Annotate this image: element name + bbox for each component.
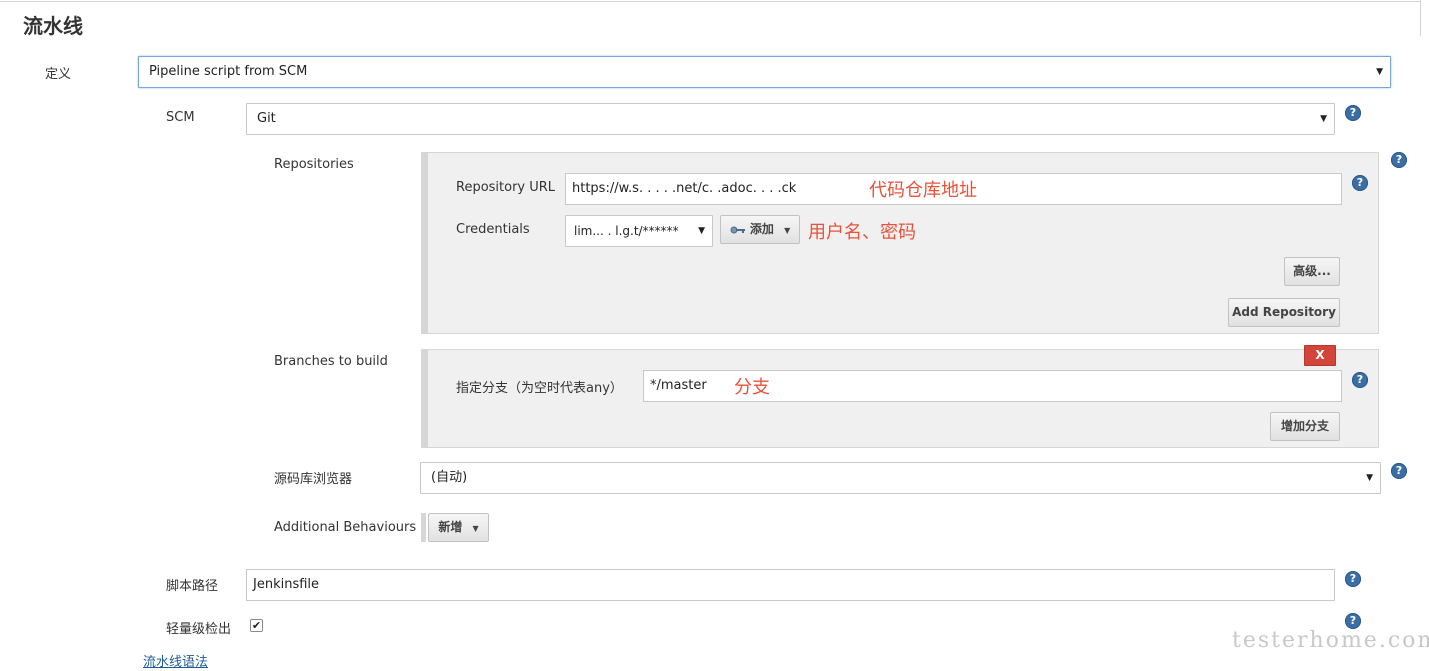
top-border [0, 1, 1420, 2]
add-behaviour-button[interactable]: 新增 ▼ [428, 513, 489, 542]
help-icon[interactable]: ? [1352, 175, 1368, 191]
add-credentials-button[interactable]: 添加 ▼ [720, 215, 800, 244]
scm-selected-value: Git [257, 111, 276, 126]
additional-bar [421, 513, 426, 542]
definition-select[interactable]: Pipeline script from SCM ▼ [138, 56, 1391, 88]
branch-annotation: 分支 [734, 377, 770, 398]
watermark: testerhome.com [1232, 628, 1429, 653]
credentials-annotation: 用户名、密码 [808, 222, 916, 243]
lightweight-checkout-label: 轻量级检出 [166, 622, 232, 637]
right-border [1420, 0, 1421, 36]
advanced-button[interactable]: 高级... [1284, 257, 1340, 286]
pipeline-syntax-link[interactable]: 流水线语法 [143, 651, 208, 670]
branch-specifier-label: 指定分支（为空时代表any） [456, 381, 623, 396]
scm-select[interactable]: Git ▼ [246, 103, 1335, 135]
chevron-down-icon: ▼ [1376, 67, 1383, 77]
chevron-down-icon: ▼ [472, 524, 479, 533]
credentials-selected-value: lim... . l.g.t/****** [574, 224, 679, 238]
lightweight-checkout-checkbox[interactable]: ✔ [250, 619, 263, 632]
chevron-down-icon: ▼ [784, 226, 791, 235]
help-icon[interactable]: ? [1345, 613, 1361, 629]
definition-label: 定义 [45, 67, 72, 82]
repo-browser-label: 源码库浏览器 [274, 472, 353, 487]
credentials-select[interactable]: lim... . l.g.t/****** ▼ [565, 215, 713, 247]
add-behaviour-label: 新增 [438, 520, 463, 534]
help-icon[interactable]: ? [1391, 463, 1407, 479]
script-path-input[interactable]: Jenkinsfile [246, 569, 1335, 601]
chevron-down-icon: ▼ [1320, 114, 1327, 124]
help-icon[interactable]: ? [1345, 105, 1361, 121]
repositories-label: Repositories [274, 157, 354, 172]
additional-behaviours-label: Additional Behaviours [274, 520, 417, 535]
repository-url-label: Repository URL [456, 180, 556, 195]
key-icon [730, 226, 745, 233]
definition-selected-value: Pipeline script from SCM [149, 64, 308, 79]
help-icon[interactable]: ? [1352, 372, 1368, 388]
branches-label: Branches to build [274, 354, 388, 369]
add-repository-button[interactable]: Add Repository [1228, 298, 1340, 327]
credentials-label: Credentials [456, 222, 530, 237]
scm-label: SCM [166, 110, 195, 125]
section-title: 流水线 [23, 14, 83, 38]
repo-browser-selected-value: (自动) [431, 470, 468, 485]
repo-url-annotation: 代码仓库地址 [869, 180, 977, 201]
chevron-down-icon: ▼ [1366, 473, 1373, 483]
delete-branch-button[interactable]: X [1304, 345, 1336, 366]
repo-browser-select[interactable]: (自动) ▼ [420, 462, 1381, 494]
chevron-down-icon: ▼ [696, 216, 705, 246]
help-icon[interactable]: ? [1391, 152, 1407, 168]
add-branch-button[interactable]: 增加分支 [1270, 412, 1340, 441]
script-path-label: 脚本路径 [166, 579, 219, 594]
help-icon[interactable]: ? [1345, 571, 1361, 587]
add-credentials-label: 添加 [749, 222, 774, 236]
